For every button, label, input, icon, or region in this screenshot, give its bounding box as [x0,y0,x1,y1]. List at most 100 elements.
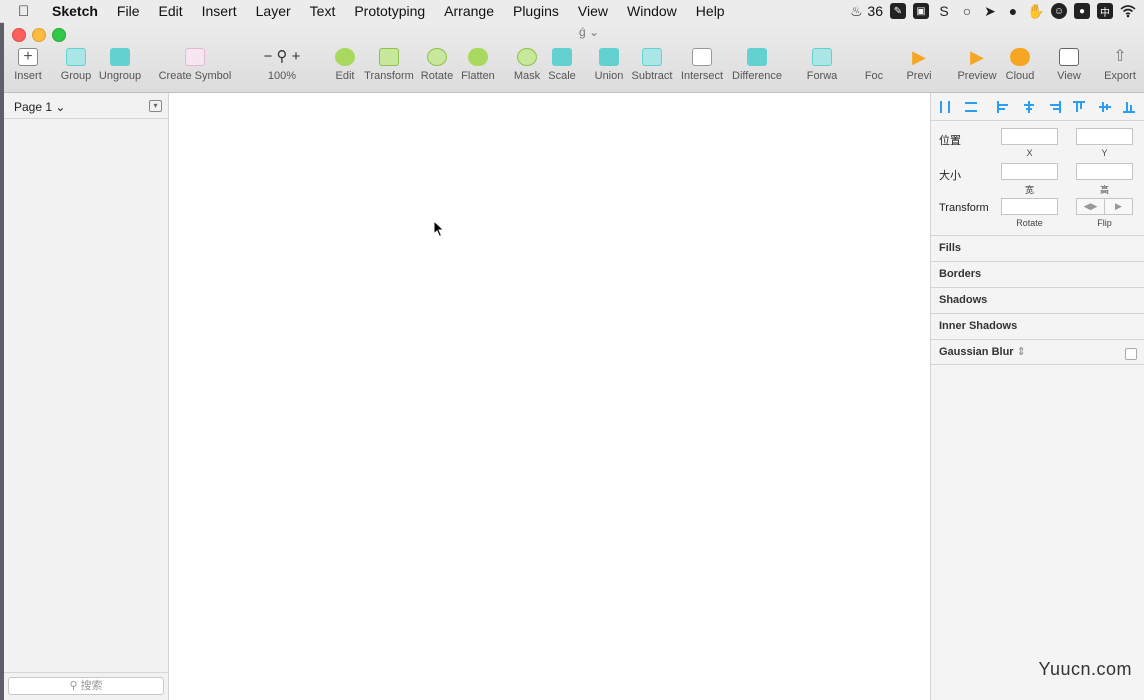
create-symbol-button[interactable]: Create Symbol [158,48,232,82]
forward-label: Forwa [806,70,838,82]
menu-plugins[interactable]: Plugins [513,3,559,19]
menu-view[interactable]: View [578,3,608,19]
smiley-icon[interactable]: ☺ [1051,3,1067,19]
hand-icon[interactable]: ✋ [1027,3,1044,19]
layers-panel: Page 1 ⌄ ▾ ⚲ 搜索 [4,93,169,700]
divider [4,672,168,673]
collapse-pages-icon[interactable]: ▾ [149,100,162,112]
zoom-level: 100% [267,70,297,82]
toolbar: ǵ ⌄ + Insert Group Ungroup Create Symbol… [4,22,1144,93]
menu-edit[interactable]: Edit [158,3,182,19]
wifi-icon[interactable] [1120,3,1136,19]
cloud-button[interactable]: Cloud [1002,48,1038,82]
ungroup-button[interactable]: Ungroup [97,48,143,82]
forward-button[interactable]: Forwa [800,48,844,82]
scale-button[interactable]: Scale [546,48,578,82]
shadows-title: Shadows [939,294,988,306]
view-button[interactable]: View [1052,48,1086,82]
fills-title: Fills [939,242,962,254]
flip-horizontal-icon[interactable]: ◀▶ [1077,199,1104,214]
preview-button[interactable]: ▶ Preview [956,48,998,82]
export-button[interactable]: ⇧ Export [1101,48,1139,82]
rotate-field[interactable] [1001,198,1058,215]
minimize-window-button[interactable] [32,28,46,42]
focus-button[interactable]: Foc [862,48,886,82]
preview-link-button[interactable]: ▶ Previ [902,48,936,82]
flatten-button[interactable]: Flatten [459,48,497,82]
width-field[interactable] [1001,163,1058,180]
height-field[interactable] [1076,163,1133,180]
position-x-field[interactable] [1001,128,1058,145]
insert-button[interactable]: + Insert [12,48,44,82]
zoom-window-button[interactable] [52,28,66,42]
align-middle-vertical-icon[interactable] [1099,101,1111,113]
inner-shadows-section[interactable]: Inner Shadows [931,313,1144,339]
menu-prototyping[interactable]: Prototyping [354,3,425,19]
mask-button[interactable]: Mask [511,48,543,82]
view-icon [1059,48,1079,66]
view-label: View [1057,70,1081,82]
menu-window[interactable]: Window [627,3,677,19]
canvas[interactable] [169,93,930,700]
notification-count[interactable]: 36 [867,3,883,19]
document-title[interactable]: ǵ ⌄ [579,25,599,39]
group-icon [66,48,86,66]
zoom-control[interactable]: − ⚲ + 100% [254,48,310,82]
transform-button[interactable]: Transform [364,48,414,82]
subtract-button[interactable]: Subtract [628,48,676,82]
rotate-label: Rotate [1016,218,1043,228]
position-y-field[interactable] [1076,128,1133,145]
display-icon[interactable]: ▣ [913,3,929,19]
borders-section[interactable]: Borders [931,261,1144,287]
edit-label: Edit [335,70,355,82]
shadows-section[interactable]: Shadows [931,287,1144,313]
distribute-vertical-icon[interactable] [965,101,977,113]
scale-icon [552,48,572,66]
page-selector[interactable]: Page 1 ⌄ [14,100,65,114]
menu-help[interactable]: Help [696,3,725,19]
edit-button[interactable]: Edit [330,48,360,82]
inner-shadows-title: Inner Shadows [939,320,1018,332]
rotate-label: Rotate [420,70,454,82]
stepper-icon[interactable]: ⇕ [1017,346,1026,358]
chat-bubble-icon[interactable]: ○ [959,3,975,19]
rotate-button[interactable]: Rotate [420,48,454,82]
layer-search-input[interactable]: ⚲ 搜索 [8,677,164,695]
focus-label: Foc [864,70,884,82]
align-bottom-icon[interactable] [1123,101,1135,113]
transform-icon [379,48,399,66]
apple-icon[interactable]:  [18,3,36,20]
align-left-icon[interactable] [997,101,1009,113]
difference-button[interactable]: Difference [730,48,784,82]
union-button[interactable]: Union [592,48,626,82]
menu-app-name[interactable]: Sketch [52,3,98,19]
group-button[interactable]: Group [59,48,93,82]
menu-text[interactable]: Text [310,3,336,19]
input-method-icon[interactable]: 中 [1097,3,1113,19]
cloud-icon [1010,48,1030,66]
close-window-button[interactable] [12,28,26,42]
gaussian-blur-section[interactable]: Gaussian Blur ⇕ [931,339,1144,365]
menu-insert[interactable]: Insert [202,3,237,19]
menu-file[interactable]: File [117,3,140,19]
pen-tool-icon[interactable]: ✎ [890,3,906,19]
page-name: Page 1 [14,100,53,114]
penguin-icon[interactable]: ● [1005,3,1021,19]
distribute-horizontal-icon[interactable] [939,101,951,113]
intersect-button[interactable]: Intersect [678,48,726,82]
align-right-icon[interactable] [1049,101,1061,113]
microphone-icon[interactable]: ● [1074,3,1090,19]
fills-section[interactable]: Fills [931,235,1144,261]
align-center-horizontal-icon[interactable] [1023,101,1035,113]
menu-arrange[interactable]: Arrange [444,3,494,19]
align-top-icon[interactable] [1073,101,1085,113]
insert-label: Insert [14,70,42,82]
flip-vertical-icon[interactable]: ▶ [1104,199,1132,214]
s-logo-icon[interactable]: S [936,3,952,19]
gaussian-blur-checkbox[interactable] [1125,348,1137,360]
bell-icon[interactable]: ♨ [848,3,864,19]
symbol-icon [185,48,205,66]
status-tray: ♨ 36 ✎ ▣ S ○ ➤ ● ✋ ☺ ● 中 [848,0,1136,22]
paper-plane-icon[interactable]: ➤ [982,3,998,19]
menu-layer[interactable]: Layer [256,3,291,19]
